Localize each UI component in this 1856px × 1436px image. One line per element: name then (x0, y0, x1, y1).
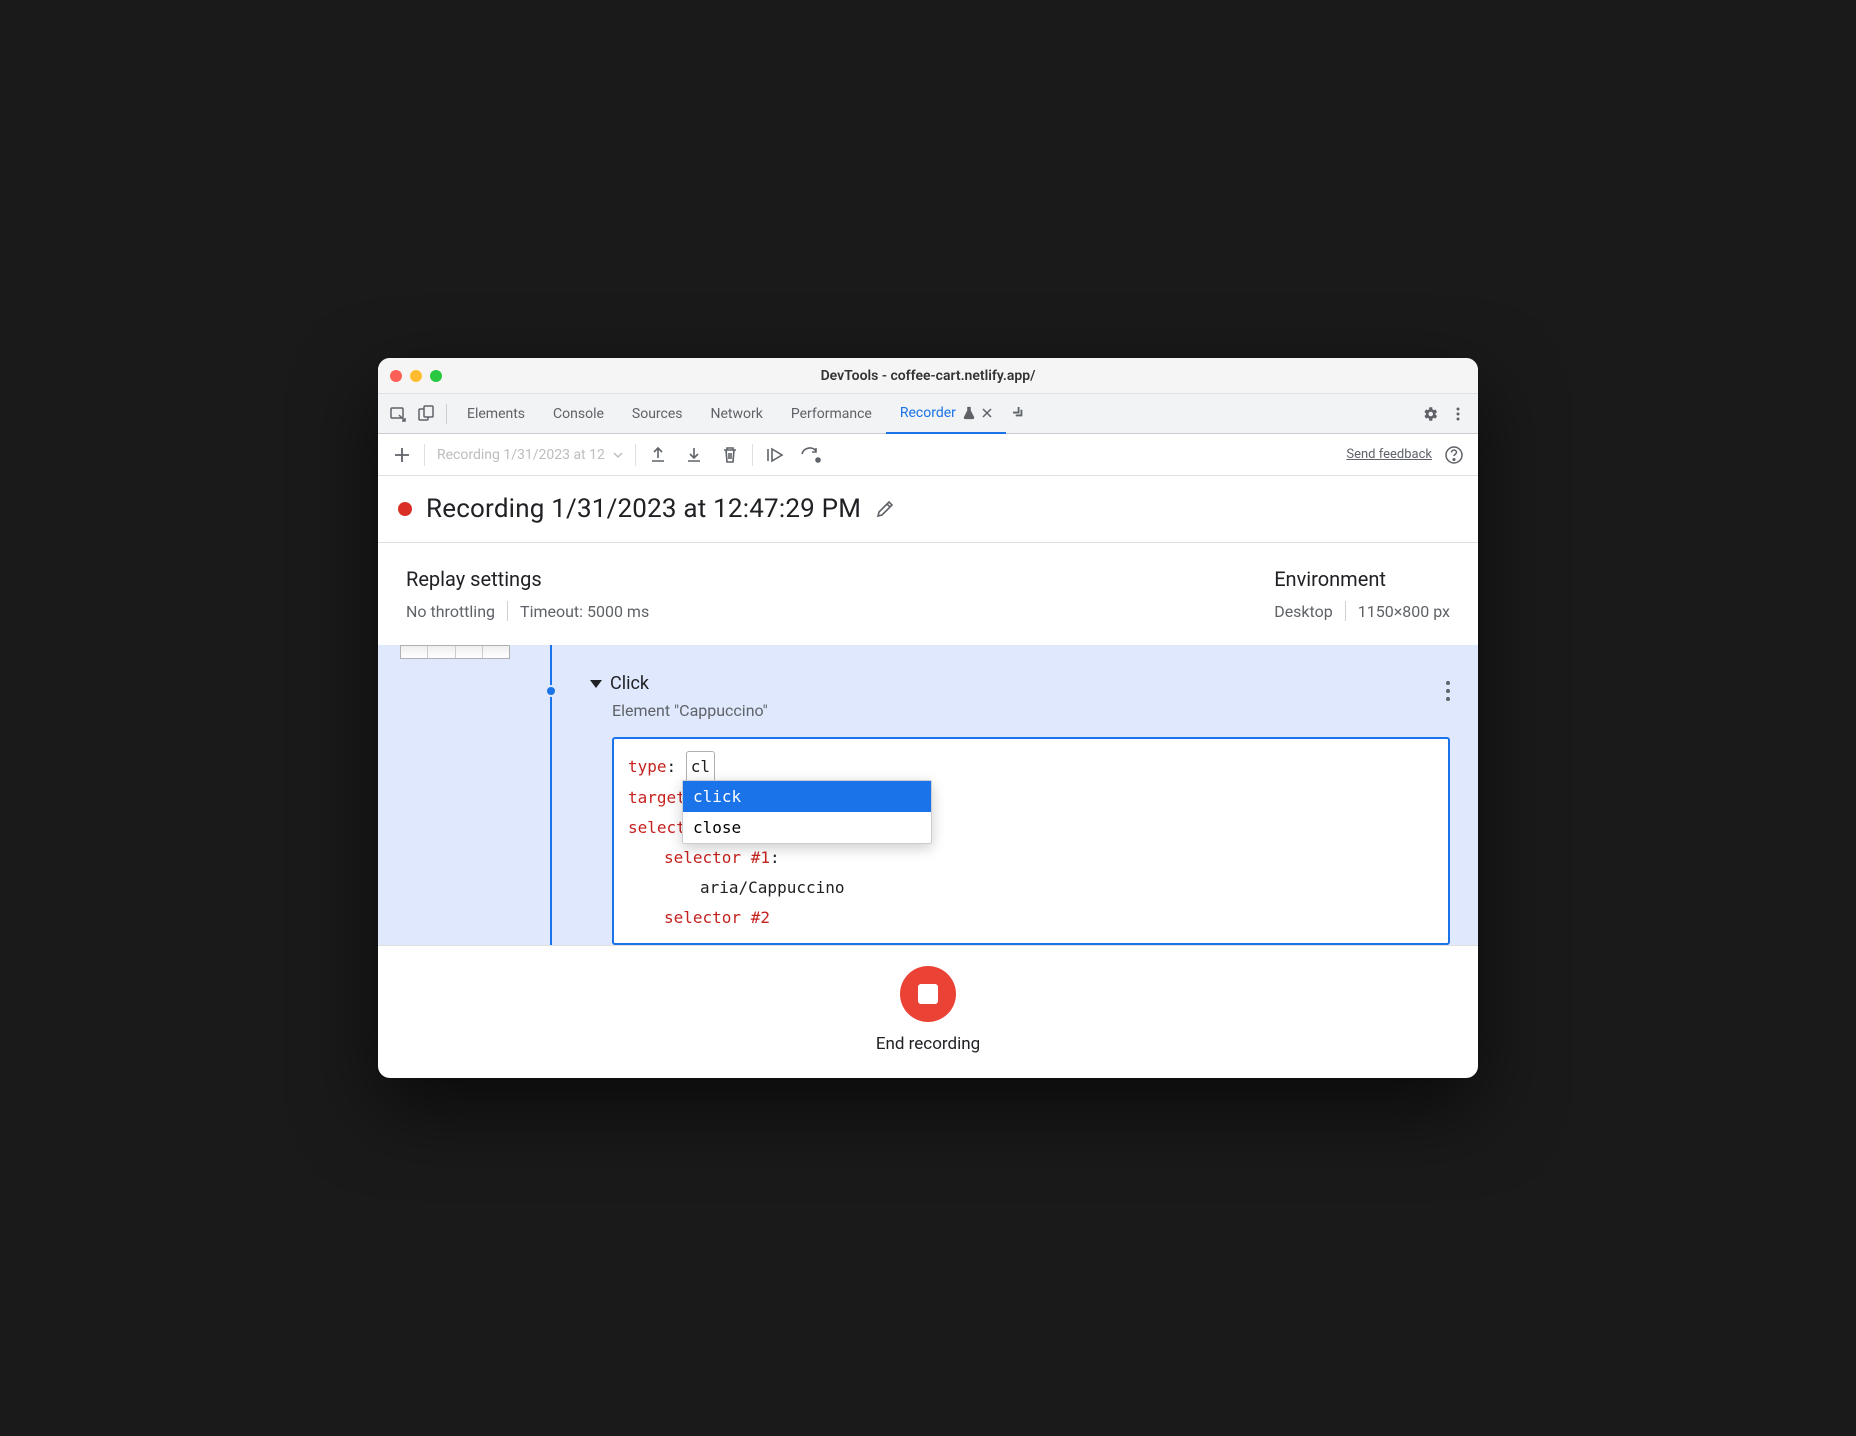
stop-icon (918, 984, 938, 1004)
target-key: target (628, 788, 686, 807)
chevron-down-icon (613, 450, 623, 460)
tab-label: Network (711, 406, 763, 422)
step-header[interactable]: Click (590, 673, 649, 694)
recording-indicator-icon (398, 502, 412, 516)
tab-label: Sources (632, 406, 683, 422)
divider (1345, 601, 1346, 621)
settings-icon[interactable] (1416, 400, 1444, 428)
import-icon[interactable] (680, 441, 708, 469)
replay-icon[interactable] (761, 441, 789, 469)
tab-performance[interactable]: Performance (777, 394, 886, 434)
environment-heading: Environment (1274, 567, 1450, 591)
end-recording-label: End recording (876, 1034, 980, 1054)
step-icon[interactable] (797, 441, 825, 469)
tab-sources[interactable]: Sources (618, 394, 697, 434)
autocomplete-option-click[interactable]: click (683, 781, 931, 812)
screenshot-thumbnails[interactable] (400, 645, 510, 659)
replay-settings-heading: Replay settings (406, 567, 649, 591)
maximize-window-button[interactable] (430, 370, 442, 382)
autocomplete-popup: click close (682, 780, 932, 844)
selectors-key: select (628, 818, 686, 837)
inspect-icon[interactable] (384, 400, 412, 428)
divider (507, 601, 508, 621)
main-tabbar: Elements Console Sources Network Perform… (378, 394, 1478, 434)
environment-block: Environment Desktop 1150×800 px (1274, 567, 1450, 621)
settings-row: Replay settings No throttling Timeout: 5… (378, 543, 1478, 645)
selector1-key: selector #1 (664, 848, 770, 867)
selector2-key: selector #2 (664, 908, 770, 927)
replay-settings-block: Replay settings No throttling Timeout: 5… (406, 567, 649, 621)
autocomplete-option-close[interactable]: close (683, 812, 931, 843)
type-key: type (628, 757, 667, 776)
step-menu-icon[interactable] (1446, 681, 1450, 701)
recording-title: Recording 1/31/2023 at 12:47:29 PM (426, 494, 861, 524)
expand-caret-icon (590, 680, 602, 688)
tab-elements[interactable]: Elements (453, 394, 539, 434)
tab-recorder[interactable]: Recorder (886, 394, 1006, 434)
selector1-value[interactable]: aria/Cappuccino (628, 873, 1434, 903)
divider (424, 444, 425, 466)
recording-select-label: Recording 1/31/2023 at 12 (437, 447, 605, 463)
tab-network[interactable]: Network (697, 394, 777, 434)
tab-label: Console (553, 406, 604, 422)
device-value: Desktop (1274, 602, 1333, 621)
flask-icon (962, 406, 976, 420)
minimize-window-button[interactable] (410, 370, 422, 382)
timeline-dot (545, 685, 557, 697)
tab-label: Recorder (900, 405, 956, 421)
type-input[interactable]: cl (686, 751, 715, 783)
titlebar: DevTools - coffee-cart.netlify.app/ (378, 358, 1478, 394)
close-window-button[interactable] (390, 370, 402, 382)
viewport-value: 1150×800 px (1358, 602, 1450, 621)
close-tab-icon[interactable] (982, 408, 992, 418)
feedback-link[interactable]: Send feedback (1346, 447, 1432, 462)
footer: End recording (378, 945, 1478, 1078)
kebab-menu-icon[interactable] (1444, 400, 1472, 428)
export-icon[interactable] (644, 441, 672, 469)
recording-title-section: Recording 1/31/2023 at 12:47:29 PM (378, 476, 1478, 543)
step-title: Click (610, 673, 649, 694)
recording-select[interactable]: Recording 1/31/2023 at 12 (433, 447, 627, 463)
help-icon[interactable] (1440, 441, 1468, 469)
traffic-lights (390, 370, 442, 382)
timeout-value[interactable]: Timeout: 5000 ms (520, 602, 649, 621)
throttling-value[interactable]: No throttling (406, 602, 495, 621)
edit-title-icon[interactable] (875, 499, 895, 519)
device-toggle-icon[interactable] (412, 400, 440, 428)
divider (752, 444, 753, 466)
tab-console[interactable]: Console (539, 394, 618, 434)
tab-label: Performance (791, 406, 872, 422)
step-area: Click Element "Cappuccino" type: cl targ… (378, 645, 1478, 945)
devtools-window: DevTools - coffee-cart.netlify.app/ Elem… (378, 358, 1478, 1078)
stop-recording-button[interactable] (900, 966, 956, 1022)
delete-icon[interactable] (716, 441, 744, 469)
window-title: DevTools - coffee-cart.netlify.app/ (378, 368, 1478, 384)
divider (635, 444, 636, 466)
step-subtitle: Element "Cappuccino" (612, 701, 768, 720)
tab-label: Elements (467, 406, 525, 422)
divider (446, 404, 447, 424)
recorder-toolbar: Recording 1/31/2023 at 12 Send feedback (378, 434, 1478, 476)
more-tabs-icon[interactable] (1006, 400, 1034, 428)
add-recording-icon[interactable] (388, 441, 416, 469)
